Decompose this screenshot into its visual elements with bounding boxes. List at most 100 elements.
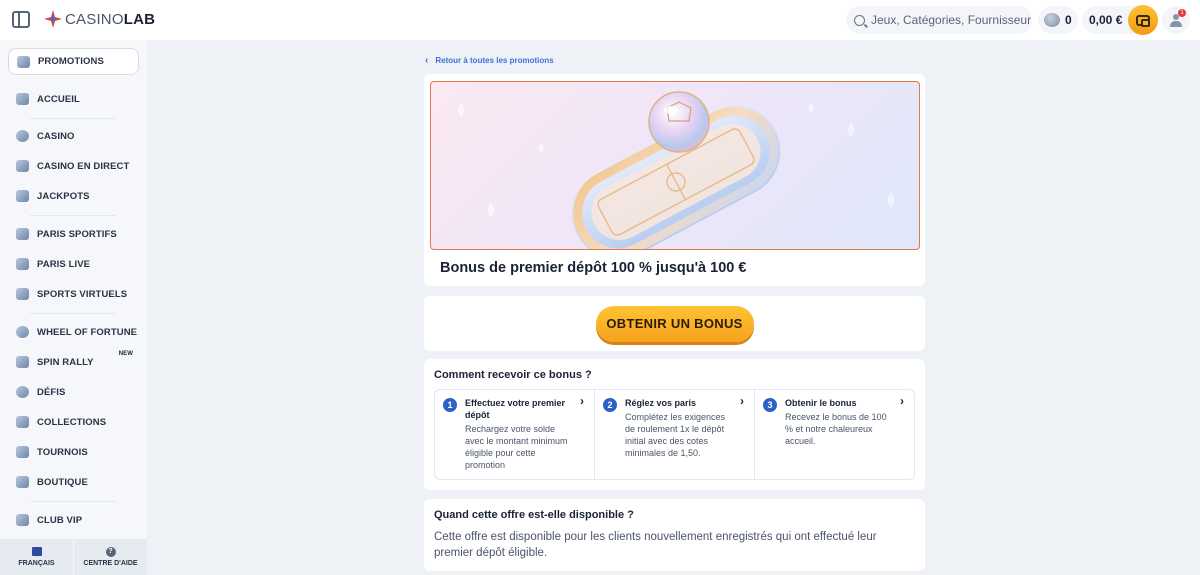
step-number-badge: 2 <box>603 398 617 412</box>
step-number-badge: 3 <box>763 398 777 412</box>
sidebar-item-defis[interactable]: DÉFIS <box>8 379 139 405</box>
sidebar-item-jackpots[interactable]: JACKPOTS <box>8 183 139 209</box>
sidebar-item-label: PROMOTIONS <box>38 56 104 67</box>
logo-text: CASINOLAB <box>65 10 156 28</box>
sidebar-item-paris-live[interactable]: PARIS LIVE <box>8 251 139 277</box>
live-betting-icon <box>16 258 29 270</box>
sidebar-item-label: CASINO <box>37 130 75 142</box>
search-icon <box>854 14 865 26</box>
balance-value: 0,00 € <box>1089 13 1123 27</box>
step-item[interactable]: 3 › Obtenir le bonus Recevez le bonus de… <box>754 390 914 479</box>
sidebar-item-label: CASINO EN DIRECT <box>37 160 130 172</box>
sidebar-item-paris-sportifs[interactable]: PARIS SPORTIFS <box>8 221 139 247</box>
cta-card: OBTENIR UN BONUS <box>424 296 925 351</box>
sidebar-item-spin-rally[interactable]: SPIN RALLY NEW <box>8 349 139 375</box>
search-input[interactable] <box>871 13 1031 27</box>
back-link-label: Retour à toutes les promotions <box>435 56 554 65</box>
steps-list: 1 › Effectuez votre premier dépôt Rechar… <box>434 389 915 480</box>
sidebar-item-wheel-of-fortune[interactable]: WHEEL OF FORTUNE <box>8 319 139 345</box>
language-label: FRANÇAIS <box>18 560 55 567</box>
casino-icon <box>16 130 29 142</box>
step-title: Réglez vos paris <box>625 398 697 408</box>
step-description: Recevez le bonus de 100 % et notre chale… <box>785 412 887 446</box>
sidebar-item-casino[interactable]: CASINO <box>8 123 139 149</box>
sidebar-item-label: WHEEL OF FORTUNE <box>37 326 138 338</box>
home-icon <box>16 93 29 105</box>
coins-value: 0 <box>1065 13 1072 27</box>
wheel-icon <box>16 326 29 338</box>
wallet-icon <box>1136 14 1150 27</box>
sidebar-item-label: TOURNOIS <box>37 446 88 458</box>
help-center-label: CENTRE D'AIDE <box>83 560 138 567</box>
trophy-icon <box>16 446 29 458</box>
sidebar-item-tournois[interactable]: TOURNOIS <box>8 439 139 465</box>
stadium-ball-illustration <box>457 91 895 249</box>
virtual-sports-icon <box>16 288 29 300</box>
get-bonus-button[interactable]: OBTENIR UN BONUS <box>595 305 754 342</box>
sidebar-item-boutique[interactable]: BOUTIQUE <box>8 469 139 495</box>
sidebar-divider <box>30 118 116 119</box>
coins-icon <box>1044 13 1060 27</box>
sidebar-divider <box>30 501 116 502</box>
top-header: CASINOLAB 0 0,00 € 1 <box>0 0 1200 40</box>
sports-betting-icon <box>16 228 29 240</box>
sidebar-item-sports-virtuels[interactable]: SPORTS VIRTUELS <box>8 281 139 307</box>
spin-rally-icon <box>16 356 29 368</box>
help-center-button[interactable]: ? CENTRE D'AIDE <box>73 539 147 575</box>
how-to-card: Comment recevoir ce bonus ? 1 › Effectue… <box>424 359 925 490</box>
sidebar-item-label: COLLECTIONS <box>37 416 107 428</box>
chevron-right-icon: › <box>900 394 904 408</box>
promo-banner-image <box>430 81 920 250</box>
sidebar-item-label: CLUB VIP <box>37 514 83 526</box>
flag-icon <box>31 547 42 556</box>
chevron-right-icon: › <box>580 394 584 408</box>
sidebar-toggle-icon[interactable] <box>12 11 30 28</box>
casinolab-logo[interactable]: CASINOLAB <box>44 10 155 28</box>
step-description: Complétez les exigences de roulement 1x … <box>625 412 726 458</box>
step-title: Effectuez votre premier dépôt <box>465 398 566 420</box>
sidebar: PROMOTIONS ACCUEIL CASINO CASINO EN DIRE… <box>0 40 147 575</box>
promo-hero-card: Bonus de premier dépôt 100 % jusqu'à 100… <box>424 74 925 286</box>
sidebar-item-label: PARIS LIVE <box>37 258 91 270</box>
promo-title: Bonus de premier dépôt 100 % jusqu'à 100… <box>440 260 747 276</box>
sidebar-divider <box>30 215 116 216</box>
challenges-icon <box>16 386 29 398</box>
step-title: Obtenir le bonus <box>785 398 857 408</box>
step-description: Rechargez votre solde avec le montant mi… <box>465 424 568 470</box>
availability-title: Quand cette offre est-elle disponible ? <box>434 509 634 521</box>
collections-icon <box>16 416 29 428</box>
language-button[interactable]: FRANÇAIS <box>0 539 73 575</box>
search-bar[interactable] <box>846 6 1032 34</box>
coins-counter[interactable]: 0 <box>1038 6 1078 34</box>
sidebar-item-casino-en-direct[interactable]: CASINO EN DIRECT <box>8 153 139 179</box>
sidebar-item-label: DÉFIS <box>37 386 66 398</box>
how-to-title: Comment recevoir ce bonus ? <box>434 369 592 381</box>
step-item[interactable]: 1 › Effectuez votre premier dépôt Rechar… <box>435 390 594 479</box>
sidebar-footer: FRANÇAIS ? CENTRE D'AIDE <box>0 539 147 575</box>
sidebar-divider <box>30 313 116 314</box>
notification-badge: 1 <box>1178 9 1186 17</box>
chevron-right-icon: › <box>740 394 744 408</box>
sidebar-item-club-vip[interactable]: CLUB VIP <box>8 507 139 533</box>
sidebar-item-label: SPIN RALLY <box>37 356 94 368</box>
step-item[interactable]: 2 › Réglez vos paris Complétez les exige… <box>594 390 754 479</box>
chevron-left-icon: ‹ <box>425 55 429 66</box>
new-badge: NEW <box>118 351 133 357</box>
sidebar-item-accueil[interactable]: ACCUEIL <box>8 86 139 112</box>
promotions-icon <box>17 55 30 68</box>
sidebar-item-collections[interactable]: COLLECTIONS <box>8 409 139 435</box>
jackpots-icon <box>16 190 29 202</box>
sidebar-item-label: PARIS SPORTIFS <box>37 228 117 240</box>
wallet-button[interactable] <box>1128 5 1158 35</box>
profile-button[interactable] <box>1162 6 1190 34</box>
live-casino-icon <box>16 160 29 172</box>
availability-card: Quand cette offre est-elle disponible ? … <box>424 499 925 571</box>
shop-icon <box>16 476 29 488</box>
step-number-badge: 1 <box>443 398 457 412</box>
star-logo-icon <box>44 10 62 28</box>
back-to-promotions-link[interactable]: ‹ Retour à toutes les promotions <box>425 55 554 66</box>
sidebar-item-label: JACKPOTS <box>37 190 90 202</box>
availability-text: Cette offre est disponible pour les clie… <box>434 531 877 559</box>
sidebar-item-label: ACCUEIL <box>37 93 80 105</box>
sidebar-item-promotions[interactable]: PROMOTIONS <box>8 48 139 75</box>
